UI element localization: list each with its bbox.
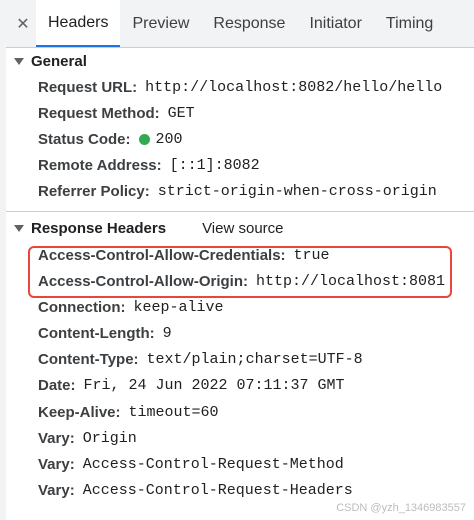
header-value: timeout=60 (128, 403, 219, 421)
general-row: Referrer Policy: strict-origin-when-cros… (6, 179, 474, 205)
header-key: Remote Address: (38, 157, 162, 175)
header-value: http://localhost:8081 (256, 272, 446, 290)
general-row: Request Method: GET (6, 100, 474, 126)
expand-triangle-icon (14, 225, 24, 233)
response-header-row: Content-Type: text/plain;charset=UTF-8 (6, 347, 474, 373)
status-ok-icon (138, 133, 150, 145)
general-section-header[interactable]: General (6, 48, 474, 74)
tab-headers[interactable]: Headers (36, 0, 121, 47)
header-key: Vary: (38, 456, 75, 474)
tab-initiator[interactable]: Initiator (297, 0, 373, 47)
watermark: CSDN @yzh_1346983557 (336, 502, 466, 514)
header-key: Referrer Policy: (38, 183, 150, 201)
header-value: http://localhost:8082/hello/hello (145, 78, 443, 96)
header-key: Keep-Alive: (38, 403, 121, 421)
expand-triangle-icon (14, 57, 24, 65)
headers-panel: General Request URL: http://localhost:80… (6, 48, 474, 504)
header-value: keep-alive (133, 298, 224, 316)
tab-response[interactable]: Response (201, 0, 297, 47)
header-key: Status Code: (38, 130, 131, 148)
header-value: strict-origin-when-cross-origin (157, 183, 437, 201)
header-key: Content-Length: (38, 325, 155, 343)
header-value: true (293, 246, 330, 264)
response-header-row: Vary: Origin (6, 425, 474, 451)
header-key: Content-Type: (38, 351, 139, 369)
section-divider (6, 210, 474, 212)
general-row: Request URL: http://localhost:8082/hello… (6, 74, 474, 100)
response-header-row: Connection: keep-alive (6, 294, 474, 320)
header-key: Vary: (38, 482, 75, 500)
header-key: Vary: (38, 429, 75, 447)
response-header-row: Access-Control-Allow-Credentials: true (6, 242, 474, 268)
tab-preview[interactable]: Preview (120, 0, 201, 47)
header-key: Request URL: (38, 78, 138, 96)
response-header-row: Access-Control-Allow-Origin: http://loca… (6, 268, 474, 294)
response-header-row: Vary: Access-Control-Request-Headers (6, 478, 474, 504)
general-title: General (31, 52, 87, 70)
general-row: Remote Address: [::1]:8082 (6, 153, 474, 179)
header-key: Access-Control-Allow-Credentials: (38, 246, 286, 264)
header-value: Fri, 24 Jun 2022 07:11:37 GMT (83, 377, 345, 395)
response-headers-section-header[interactable]: Response Headers View source (6, 216, 474, 242)
header-value: 9 (162, 325, 172, 343)
header-value: [::1]:8082 (169, 157, 260, 175)
header-value: text/plain;charset=UTF-8 (146, 351, 363, 369)
header-value: Access-Control-Request-Headers (82, 482, 353, 500)
header-key: Request Method: (38, 104, 160, 122)
header-key: Access-Control-Allow-Origin: (38, 272, 249, 290)
response-header-row: Keep-Alive: timeout=60 (6, 399, 474, 425)
header-value: Access-Control-Request-Method (82, 456, 344, 474)
tab-timing[interactable]: Timing (374, 0, 445, 47)
tab-bar: ✕ Headers Preview Response Initiator Tim… (6, 0, 474, 48)
response-header-row: Vary: Access-Control-Request-Method (6, 451, 474, 477)
view-source-link[interactable]: View source (202, 220, 283, 237)
header-key: Date: (38, 377, 76, 395)
header-value: GET (167, 104, 195, 122)
header-value: 200 (155, 130, 183, 148)
response-headers-title: Response Headers (31, 220, 167, 238)
close-icon[interactable]: ✕ (10, 0, 36, 47)
general-row: Status Code: 200 (6, 126, 474, 152)
response-header-row: Date: Fri, 24 Jun 2022 07:11:37 GMT (6, 373, 474, 399)
header-key: Connection: (38, 298, 126, 316)
header-value: Origin (82, 429, 137, 447)
response-header-row: Content-Length: 9 (6, 321, 474, 347)
